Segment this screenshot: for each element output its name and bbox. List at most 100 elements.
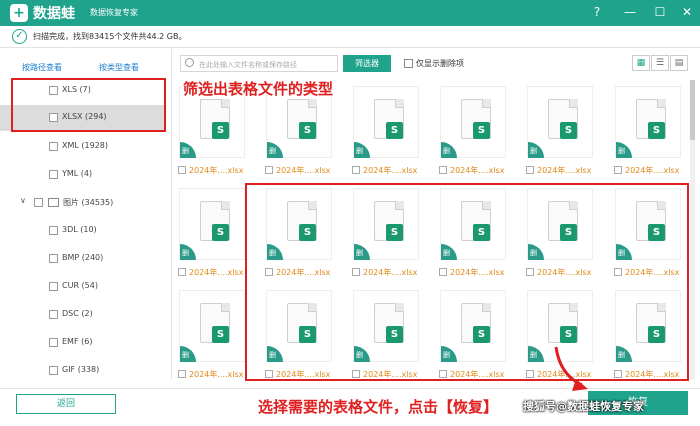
file-name: 2024年....xlsx: [625, 166, 680, 175]
checkbox[interactable]: [49, 310, 58, 319]
sidebar-item-label: BMP (240): [62, 253, 104, 262]
file-tile[interactable]: S 删 2024年....xlsx: [174, 184, 250, 280]
checkbox[interactable]: [34, 198, 43, 207]
sidebar-item-emf[interactable]: EMF (6): [0, 330, 166, 356]
file-name: 2024年....xlsx: [189, 166, 244, 175]
sidebar-item-label: 图片 (34535): [63, 198, 114, 207]
spreadsheet-doc-icon: S: [287, 99, 317, 139]
deleted-badge: 删: [441, 142, 457, 158]
sidebar-item-gif[interactable]: GIF (338): [0, 358, 166, 384]
scrollbar-thumb[interactable]: [690, 80, 695, 140]
deleted-badge: 删: [616, 142, 632, 158]
search-icon: [185, 58, 194, 67]
annotation-box-sidebar: [11, 78, 166, 132]
annotation-box-files: [245, 183, 689, 381]
sidebar-item-images[interactable]: ∨ 图片 (34535): [0, 190, 166, 216]
sidebar-item-label: GIF (338): [62, 365, 100, 374]
sidebar-item-dsc[interactable]: DSC (2): [0, 302, 166, 328]
maximize-icon[interactable]: ☐: [651, 3, 669, 21]
file-checkbox[interactable]: [526, 166, 534, 174]
sheet-app-icon: S: [212, 326, 229, 343]
file-name: 2024年....xlsx: [537, 166, 592, 175]
file-thumbnail[interactable]: S删: [440, 86, 506, 158]
deleted-badge: 删: [180, 346, 196, 362]
sidebar-item-label: DSC (2): [62, 309, 93, 318]
checkbox[interactable]: [49, 170, 58, 179]
sidebar-item-label: XML (1928): [62, 141, 108, 150]
sidebar-item-3dl[interactable]: 3DL (10): [0, 218, 166, 244]
checkbox[interactable]: [49, 282, 58, 291]
file-thumbnail[interactable]: S删: [179, 188, 245, 260]
image-icon: [48, 198, 59, 207]
deleted-badge: 删: [267, 142, 283, 158]
file-name: 2024年....xlsx: [450, 166, 505, 175]
file-name: 2024年....xlsx: [363, 166, 418, 175]
file-checkbox[interactable]: [439, 166, 447, 174]
spreadsheet-doc-icon: S: [200, 99, 230, 139]
checkbox[interactable]: [49, 254, 58, 263]
file-tile[interactable]: S 删 2024年....xlsx: [610, 82, 686, 178]
file-checkbox[interactable]: [178, 166, 186, 174]
minimize-icon[interactable]: —: [621, 3, 639, 21]
file-name: 2024年....xlsx: [276, 166, 331, 175]
help-icon[interactable]: ?: [588, 3, 606, 21]
sheet-app-icon: S: [473, 122, 490, 139]
file-thumbnail[interactable]: S删: [353, 86, 419, 158]
detail-view-icon[interactable]: ▤: [670, 55, 688, 71]
spreadsheet-doc-icon: S: [548, 99, 578, 139]
checkbox[interactable]: [49, 226, 58, 235]
file-checkbox[interactable]: [614, 166, 622, 174]
checkbox[interactable]: [49, 338, 58, 347]
checkbox[interactable]: [49, 366, 58, 375]
title-bar: + 数据蛙 数据恢复专家 ? — ☐ ✕: [0, 0, 700, 26]
file-checkbox[interactable]: [265, 166, 273, 174]
annotation-filter-note: 筛选出表格文件的类型: [183, 80, 334, 98]
sheet-app-icon: S: [299, 122, 316, 139]
spreadsheet-doc-icon: S: [200, 303, 230, 343]
deleted-badge: 删: [354, 142, 370, 158]
tab-by-path[interactable]: 按路径查看: [22, 62, 62, 73]
file-tile[interactable]: S 删 2024年....xlsx: [435, 82, 511, 178]
sheet-app-icon: S: [386, 122, 403, 139]
sidebar-item-cur[interactable]: CUR (54): [0, 274, 166, 300]
app-subtitle: 数据恢复专家: [90, 8, 138, 17]
file-tile[interactable]: S 删 2024年....xlsx: [174, 286, 250, 382]
file-checkbox[interactable]: [178, 268, 186, 276]
file-checkbox[interactable]: [178, 370, 186, 378]
annotation-arrow-icon: [554, 346, 588, 391]
search-input[interactable]: 在此处输入文件名称或保存路径: [180, 55, 338, 72]
grid-view-icon[interactable]: ▦: [632, 55, 650, 71]
sidebar-item-bmp[interactable]: BMP (240): [0, 246, 166, 272]
annotation-select-note: 选择需要的表格文件，点击【恢复】: [258, 398, 499, 416]
spreadsheet-doc-icon: S: [636, 99, 666, 139]
file-thumbnail[interactable]: S删: [527, 86, 593, 158]
back-button[interactable]: 返回: [16, 394, 116, 414]
checkbox[interactable]: [49, 142, 58, 151]
sidebar-item-xml[interactable]: XML (1928): [0, 134, 166, 160]
chevron-down-icon[interactable]: ∨: [20, 196, 26, 205]
sidebar-item-label: 3DL (10): [62, 225, 97, 234]
spreadsheet-doc-icon: S: [374, 99, 404, 139]
scan-status-text: 扫描完成，找到83415个文件共44.2 GB。: [33, 32, 187, 41]
file-thumbnail[interactable]: S删: [615, 86, 681, 158]
file-tile[interactable]: S 删 2024年....xlsx: [522, 82, 598, 178]
tab-by-type[interactable]: 按类型查看: [99, 62, 139, 73]
file-name: 2024年....xlsx: [189, 268, 244, 277]
sheet-app-icon: S: [212, 122, 229, 139]
app-logo-icon: +: [10, 4, 28, 22]
sidebar-item-label: CUR (54): [62, 281, 98, 290]
close-icon[interactable]: ✕: [678, 3, 696, 21]
file-tile[interactable]: S 删 2024年....xlsx: [348, 82, 424, 178]
list-view-icon[interactable]: ☰: [651, 55, 669, 71]
spreadsheet-doc-icon: S: [200, 201, 230, 241]
scrollbar[interactable]: [690, 80, 695, 380]
sidebar-item-label: EMF (6): [62, 337, 93, 346]
watermark: 搜狐号@数据蛙恢复专家: [523, 400, 644, 413]
file-thumbnail[interactable]: S删: [179, 290, 245, 362]
file-checkbox[interactable]: [352, 166, 360, 174]
status-bar: ✓ 扫描完成，找到83415个文件共44.2 GB。: [0, 26, 700, 48]
sidebar-item-yml[interactable]: YML (4): [0, 162, 166, 188]
sheet-app-icon: S: [212, 224, 229, 241]
filter-button[interactable]: 筛选器: [343, 55, 391, 72]
deleted-only-checkbox[interactable]: [404, 59, 413, 68]
